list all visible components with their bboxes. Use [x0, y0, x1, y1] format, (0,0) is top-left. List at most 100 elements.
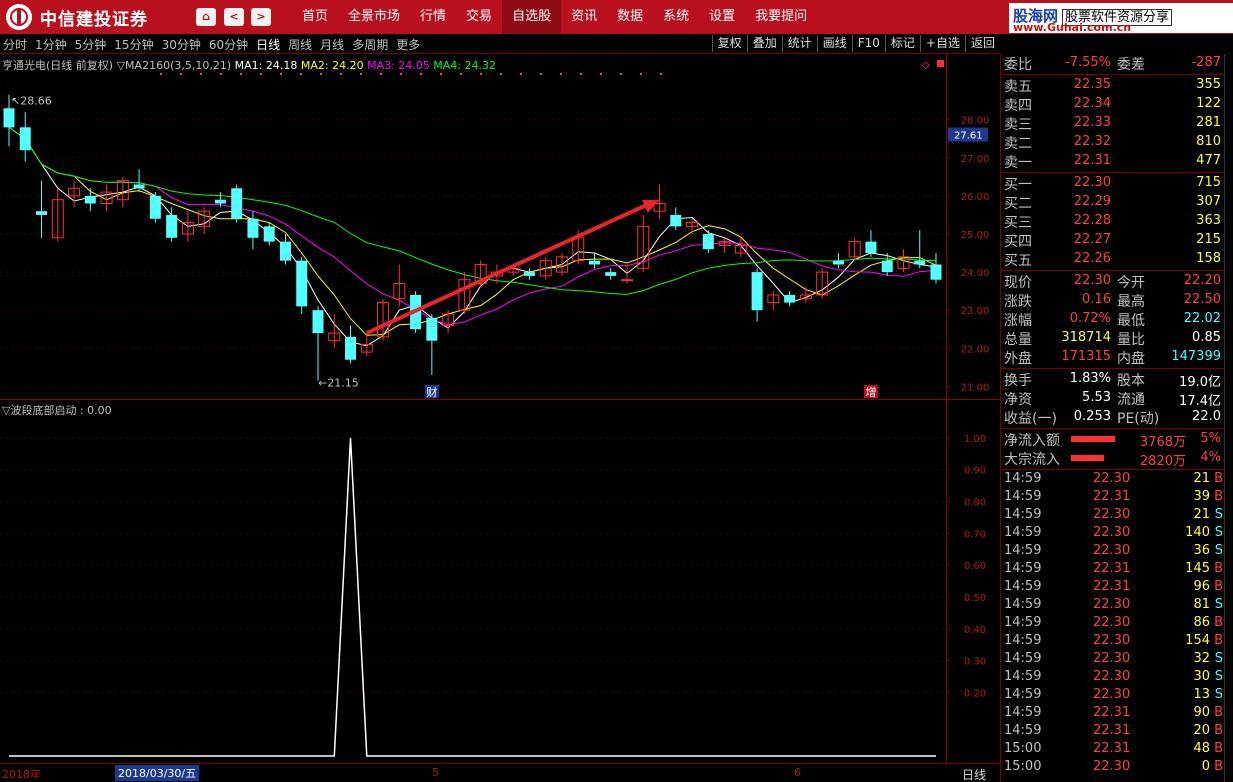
menu-item-4[interactable]: 自选股: [502, 0, 562, 34]
candle: [621, 264, 633, 284]
period-tab-8[interactable]: 月线: [320, 36, 344, 53]
menu-item-1[interactable]: 全景市场: [338, 0, 410, 34]
y-tick-label: 0.20: [964, 688, 986, 699]
period-tab-7[interactable]: 周线: [288, 36, 312, 53]
tick-time: 14:59: [1004, 597, 1042, 612]
sell-row[interactable]: 卖五 22.35 355: [1001, 76, 1224, 95]
marker-dot: [340, 73, 342, 75]
period-indicator[interactable]: 日线: [962, 766, 986, 782]
tick-time: 14:59: [1004, 489, 1042, 504]
ma3-value: MA3: 24.05: [367, 59, 430, 72]
period-tab-3[interactable]: 15分钟: [114, 36, 153, 53]
marker-dot: [240, 73, 242, 75]
ma4-value: MA4: 24.32: [433, 59, 497, 72]
tick-time: 14:59: [1004, 633, 1042, 648]
tick-volume: 13: [1193, 687, 1210, 702]
period-tab-1[interactable]: 1分钟: [35, 36, 67, 53]
toolbar-button-5[interactable]: 标记: [884, 35, 920, 52]
indicator-title[interactable]: ▽波段底部启动 : 0.00: [2, 402, 112, 418]
chart-actions: 复权 叠加 统计 画线 F10 标记 +自选 返回: [711, 35, 1000, 52]
stat-row: 外盘 171315 内盘 147399: [1001, 348, 1224, 367]
sell-row[interactable]: 卖二 22.32 810: [1001, 133, 1224, 152]
ma-params[interactable]: ▽MA2160(3,5,10,21): [117, 59, 232, 72]
buy-row[interactable]: 买一 22.30 715: [1001, 174, 1224, 193]
buy-row[interactable]: 买二 22.29 307: [1001, 193, 1224, 212]
period-tab-6[interactable]: 日线: [256, 36, 280, 53]
marker-dot: [600, 73, 602, 75]
menu-item-8[interactable]: 设置: [699, 0, 745, 34]
forward-icon[interactable]: >: [251, 8, 271, 26]
quote-stats: 现价 22.30 今开 22.20 涨跌 0.16 最高 22.50 涨幅 0.72% 最低 22.0…: [1001, 272, 1224, 367]
toolbar-button-4[interactable]: F10: [851, 35, 885, 52]
marker-dot: [320, 73, 322, 75]
y-tick-label: 0.30: [964, 657, 986, 668]
tick-volume: 140: [1185, 525, 1210, 540]
axis-month-5: 5: [432, 766, 439, 779]
buy-row[interactable]: 买四 22.27 215: [1001, 231, 1224, 250]
menu-item-9[interactable]: 我要提问: [745, 0, 817, 34]
toolbar-button-6[interactable]: +自选: [919, 35, 965, 52]
candle: [263, 222, 275, 246]
tick-list[interactable]: 14:59 22.30 21 B 14:59 22.31 39 B 14:59 22.30 21 S 1…: [1001, 471, 1224, 777]
buy-label: 买三: [1004, 215, 1032, 231]
toolbar-button-7[interactable]: 返回: [964, 35, 1000, 52]
axis-month-6: 6: [794, 766, 801, 779]
y-tick-label: 0.40: [964, 625, 986, 636]
toolbar-button-1[interactable]: 叠加: [746, 35, 782, 52]
period-tab-4[interactable]: 30分钟: [162, 36, 201, 53]
buy-row[interactable]: 买三 22.28 363: [1001, 212, 1224, 231]
marker-dot: [180, 73, 182, 75]
menu-item-0[interactable]: 首页: [292, 0, 338, 34]
menu-item-5[interactable]: 资讯: [561, 0, 607, 34]
indicator-chart[interactable]: 0.20 0.30 0.40 0.50 0.60 0.70 0.80 0.90 1.00: [0, 400, 1000, 762]
toolbar-button-3[interactable]: 画线: [816, 35, 852, 52]
fin-value: 0.253: [1073, 409, 1111, 424]
menu-item-6[interactable]: 数据: [607, 0, 653, 34]
candlestick-chart[interactable]: 21.00 22.00 23.00 24.00 25.00 26.00 27.00 28.00…: [0, 54, 1000, 400]
tick-price: 22.30: [1093, 651, 1131, 666]
tick-volume: 154: [1185, 633, 1210, 648]
tick-side: S: [1214, 525, 1223, 540]
period-tab-9[interactable]: 多周期: [352, 36, 388, 53]
stat-label: 外盘: [1004, 351, 1032, 367]
sell-row[interactable]: 卖四 22.34 122: [1001, 95, 1224, 114]
tick-price: 22.30: [1093, 687, 1131, 702]
period-tab-2[interactable]: 5分钟: [75, 36, 107, 53]
marker-dot: [520, 73, 522, 75]
tick-price: 22.31: [1093, 705, 1131, 720]
candle: [897, 249, 910, 273]
tick-side: B: [1214, 705, 1223, 720]
toolbar-button-2[interactable]: 统计: [781, 35, 817, 52]
period-tab-5[interactable]: 60分钟: [209, 36, 248, 53]
period-tab-10[interactable]: 更多: [396, 36, 420, 53]
menu-item-7[interactable]: 系统: [653, 0, 699, 34]
home-icon[interactable]: ⌂: [196, 8, 216, 26]
buy-row[interactable]: 买五 22.26 158: [1001, 250, 1224, 269]
sell-row[interactable]: 卖一 22.31 477: [1001, 152, 1224, 171]
brand: 中信建投证券: [6, 4, 148, 30]
tick-price: 22.31: [1093, 579, 1131, 594]
stat-value-2: 0.85: [1192, 330, 1221, 345]
sell-row[interactable]: 卖三 22.33 281: [1001, 114, 1224, 133]
tick-time: 15:00: [1004, 759, 1042, 774]
fin-value: 1.83%: [1069, 371, 1111, 386]
fin-label-2: 股本: [1117, 373, 1145, 389]
tick-side: B: [1214, 579, 1223, 594]
menu-item-2[interactable]: 行情: [410, 0, 456, 34]
tick-row: 14:59 22.31 20 B: [1001, 723, 1224, 741]
period-tab-0[interactable]: 分时: [3, 36, 27, 53]
menu-item-3[interactable]: 交易: [456, 0, 502, 34]
buy-volume: 363: [1196, 213, 1221, 228]
buy-price: 22.27: [1073, 232, 1111, 247]
back-icon[interactable]: <: [224, 8, 244, 26]
stat-value: 0.72%: [1069, 311, 1111, 326]
tick-side: B: [1214, 723, 1223, 738]
tick-volume: 48: [1193, 741, 1210, 756]
marker-dot: [420, 73, 422, 75]
y-tick-label: 24.00: [961, 268, 990, 279]
toolbar-button-0[interactable]: 复权: [711, 35, 747, 52]
low-label: ←21.15: [318, 377, 359, 390]
marker-dot: [300, 73, 302, 75]
tick-time: 14:59: [1004, 579, 1042, 594]
marker-dot: [400, 73, 402, 75]
